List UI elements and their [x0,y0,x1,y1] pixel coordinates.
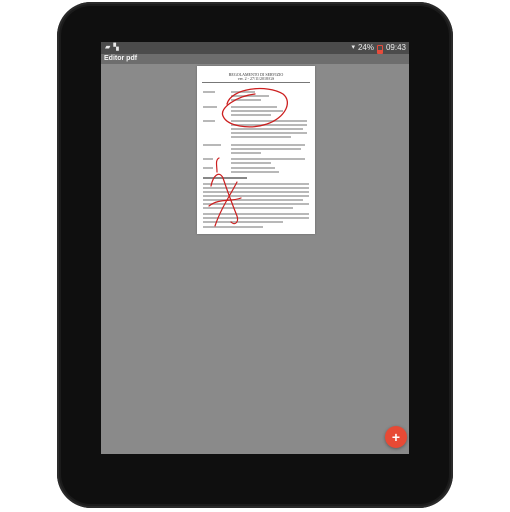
device-screen: ▰ ▚ ▾ 24% 09:43 Editor pdf REGOLAMENTO D… [101,42,409,454]
pdf-page[interactable]: REGOLAMENTO DI SERVIZIO ver. 2 - 27/11/2… [197,66,315,234]
ink-annotations [208,87,288,227]
battery-percent: 24% [357,43,374,52]
add-fab-button[interactable]: + [385,426,407,448]
flipboard-icon: ▚ [113,44,119,51]
status-bar: ▰ ▚ ▾ 24% 09:43 [101,42,409,54]
image-icon: ▰ [105,44,111,51]
ink-cross-annotation [208,157,242,227]
app-bar: Editor pdf [101,54,409,64]
clock: 09:43 [385,43,406,52]
wifi-icon: ▾ [351,44,355,51]
ink-circle-annotation [221,87,288,128]
app-title: Editor pdf [104,55,138,62]
battery-icon [376,44,383,54]
